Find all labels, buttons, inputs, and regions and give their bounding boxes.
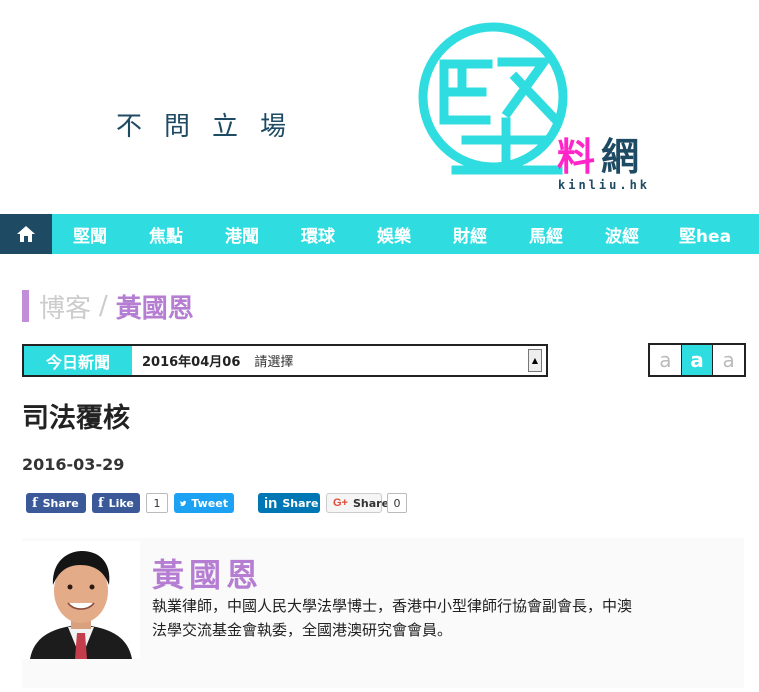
font-size-large-button[interactable]: a: [713, 345, 744, 375]
logo-domain: kinliu.hk: [558, 178, 651, 192]
google-plus-count: 0: [387, 493, 407, 513]
twitter-tweet-button[interactable]: Tweet: [174, 493, 234, 513]
nav-item-world[interactable]: 環球: [280, 214, 356, 254]
current-date: 2016年04月06: [142, 355, 241, 370]
author-avatar: [22, 541, 140, 659]
facebook-like-label: Like: [108, 496, 134, 510]
facebook-icon: f: [98, 495, 104, 511]
google-plus-share-label: Share: [352, 496, 390, 510]
facebook-share-label: Share: [42, 496, 79, 510]
google-plus-icon: G+: [333, 497, 348, 509]
article-date: 2016-03-29: [22, 455, 125, 474]
nav-item-kinman[interactable]: 堅聞: [52, 214, 128, 254]
font-size-controls: a a a: [648, 343, 746, 377]
google-plus-share-button[interactable]: G+ Share: [326, 493, 389, 513]
date-selector: 今日新聞 2016年04月06 請選擇 ▲: [22, 344, 548, 377]
main-nav: 堅聞 焦點 港聞 環球 娛樂 財經 馬經 波經 堅hea: [0, 214, 759, 254]
facebook-icon: f: [32, 495, 38, 511]
date-dropdown-value: 請選擇: [254, 355, 294, 370]
facebook-like-count: 1: [146, 493, 168, 513]
article-title: 司法覆核: [22, 403, 130, 434]
twitter-tweet-label: Tweet: [191, 496, 228, 510]
font-size-medium-button[interactable]: a: [681, 345, 714, 375]
logo-subtitle: 料網: [557, 126, 641, 181]
breadcrumb-separator: /: [99, 291, 108, 321]
date-dropdown[interactable]: 請選擇: [254, 346, 528, 375]
facebook-share-button[interactable]: f Share: [26, 493, 86, 513]
nav-item-local[interactable]: 港聞: [204, 214, 280, 254]
breadcrumb-current: 黃國恩: [115, 293, 194, 324]
linkedin-share-button[interactable]: in Share: [258, 493, 320, 513]
breadcrumb-section[interactable]: 博客: [39, 288, 91, 325]
nav-home-button[interactable]: [0, 214, 52, 254]
nav-item-football[interactable]: 波經: [584, 214, 660, 254]
home-icon: [17, 226, 35, 242]
author-bio: 執業律師，中國人民大學法學博士，香港中小型律師行協會副會長，中澳法學交流基金會執…: [152, 597, 633, 639]
nav-item-entertainment[interactable]: 娛樂: [356, 214, 432, 254]
nav-item-horse-racing[interactable]: 馬經: [508, 214, 584, 254]
breadcrumb: 博客 / 黃國恩: [22, 288, 194, 325]
facebook-like-button[interactable]: f Like: [92, 493, 140, 513]
today-news-label: 今日新聞: [24, 346, 132, 375]
nav-item-focus[interactable]: 焦點: [128, 214, 204, 254]
author-box: 黃國恩 執業律師，中國人民大學法學博士，香港中小型律師行協會副會長，中澳法學交流…: [22, 538, 744, 688]
nav-item-kinhea[interactable]: 堅hea: [660, 214, 750, 254]
dropdown-arrow-icon[interactable]: ▲: [528, 349, 542, 372]
linkedin-icon: in: [264, 494, 278, 512]
site-header: 不問立場 料網 kinliu.hk: [0, 0, 759, 212]
logo-sub-2: 網: [601, 135, 642, 179]
author-photo: [22, 541, 140, 659]
site-slogan: 不問立場: [116, 112, 309, 142]
twitter-bird-icon: [180, 500, 187, 506]
logo-sub-1: 料: [557, 135, 598, 179]
author-name[interactable]: 黃國恩: [152, 550, 263, 596]
nav-item-finance[interactable]: 財經: [432, 214, 508, 254]
linkedin-share-label: Share: [282, 496, 319, 510]
font-size-small-button[interactable]: a: [650, 345, 682, 375]
